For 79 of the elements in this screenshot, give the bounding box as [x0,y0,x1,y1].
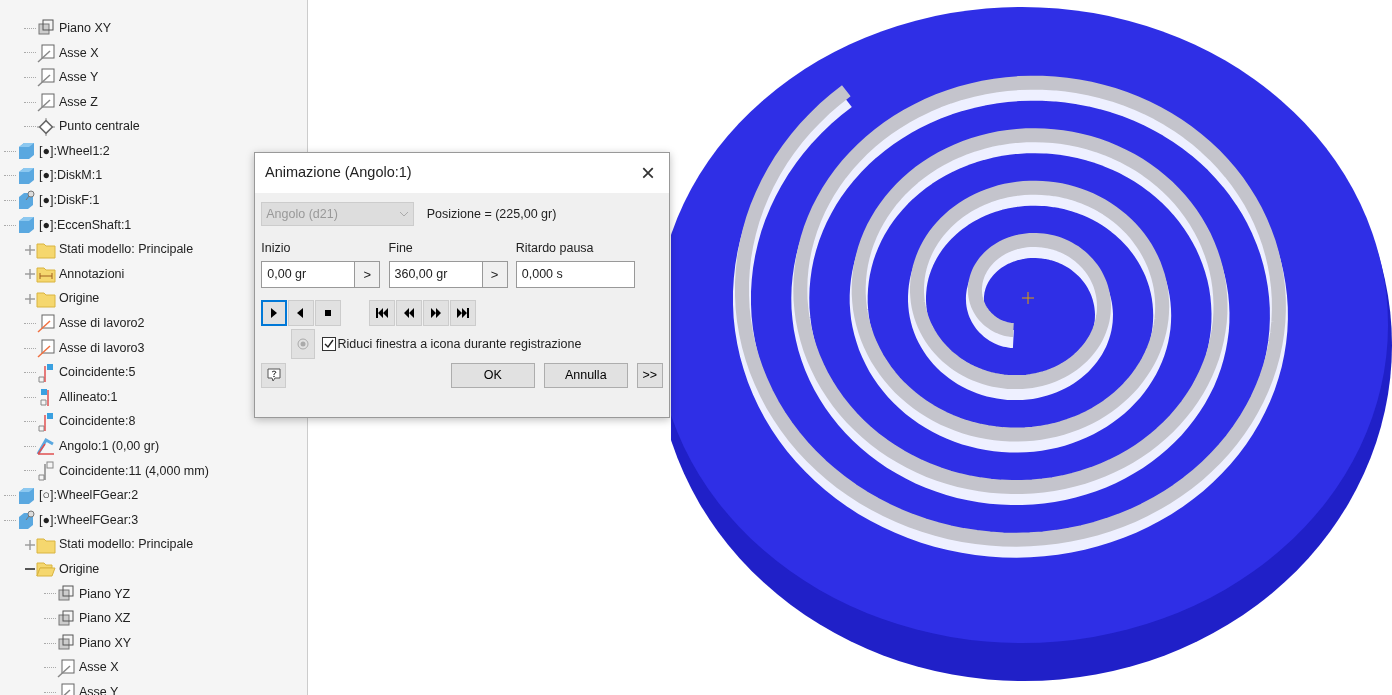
tree-item-label[interactable]: Punto centrale [59,117,140,137]
plane-icon [56,583,76,604]
more-button[interactable]: >> [636,362,663,388]
reverse-button[interactable] [288,300,315,327]
tree-item-label[interactable]: [●]:WheelFGear:3 [39,510,139,530]
help-icon [265,367,282,383]
tree-item-label[interactable]: Angolo:1 (0,00 gr) [59,437,160,456]
cube-icon [16,215,36,236]
pinned-cube-icon [16,190,36,211]
arrow-button[interactable]: > [482,260,508,288]
tree-item-label[interactable]: Coincidente:8 [59,412,136,432]
tree-item-label[interactable]: [●]:EccenShaft:1 [39,215,132,235]
stop-button[interactable] [315,300,342,327]
axis-icon [36,313,56,334]
checkbox[interactable] [321,337,336,352]
axis-icon [36,338,56,358]
tree-item-label[interactable]: [●]:DiskM:1 [39,166,103,186]
field-label: Inizio [261,239,292,257]
tree-item-label[interactable]: Piano YZ [79,584,131,604]
tree-item-label[interactable]: Allineato:1 [59,387,118,407]
tree-item-label[interactable]: Origine [59,560,100,579]
axis-icon [36,67,56,88]
axis-icon [36,42,56,63]
cube-icon [16,165,36,186]
tree-item-label[interactable]: Origine [59,289,100,309]
record-icon [297,338,310,351]
ok-button[interactable]: OK [450,362,535,388]
tree-item-label[interactable]: [○]:WheelFGear:2 [39,486,139,505]
tree-item-label[interactable]: Stati modello: Principale [59,240,194,259]
dialog-title: Animazione (Angolo:1) [265,163,412,183]
constraint-icon [36,362,56,383]
skip-to-end-button[interactable] [450,300,477,327]
tree-item-label[interactable]: Asse X [59,43,99,63]
close-button[interactable]: × [637,161,659,185]
skip-to-end-icon [457,307,470,320]
position-readout: Posizione = (225,00 gr) [426,206,557,223]
cube-icon [16,485,36,506]
constraint-icon [36,411,56,432]
pinned-cube-icon [16,510,36,531]
tree-item-label[interactable]: Annotazioni [59,264,125,284]
arrow-button[interactable]: > [355,260,381,288]
angle-icon [36,436,56,457]
help-button[interactable] [261,362,287,388]
value-field[interactable]: 0,000 s [515,260,635,288]
tree-item-label[interactable]: Asse Y [59,68,99,87]
plane-icon [56,608,76,629]
fast-forward-icon [430,307,443,320]
tree-item-label[interactable]: [●]:Wheel1:2 [39,141,110,161]
tree-item-label[interactable]: Coincidente:11 (4,000 mm) [59,461,209,481]
tree-item-label[interactable]: Piano XZ [79,609,131,628]
tree-item-label[interactable]: Stati modello: Principale [59,535,194,555]
open-folder-icon [36,559,56,580]
tree-item-label[interactable]: Coincidente:5 [59,363,136,382]
value-field[interactable]: 360,00 gr [388,260,483,288]
tree-item-label[interactable]: Piano XY [79,633,132,653]
cube-icon [16,141,36,162]
tree-item-label[interactable]: Asse X [79,658,119,678]
rewind-button[interactable] [396,300,423,327]
fast-forward-button[interactable] [423,300,450,327]
constraint-icon [36,461,56,481]
tree-item-label[interactable]: Asse Z [59,92,98,112]
field-label: Ritardo pausa [515,239,595,257]
axis-icon [36,92,56,113]
tree-item-label[interactable]: Asse di lavoro3 [59,338,145,358]
chevron-icon [399,211,410,218]
value-field[interactable]: 0,00 gr [261,260,356,288]
cancel-button[interactable]: Annulla [543,362,628,388]
skip-to-start-button[interactable] [369,300,396,327]
checkbox-label: Riduci finestra a icona durante registrazione [337,336,582,353]
skip-to-start-icon [376,307,389,320]
tree-item-label[interactable]: [●]:DiskF:1 [39,191,100,210]
annotation-folder-icon [36,264,56,285]
checkmark-icon [322,338,335,351]
axis-icon [56,657,76,678]
rewind-icon [403,307,416,320]
play-button[interactable] [261,300,288,327]
tree-item-label[interactable]: Piano XY [59,18,112,38]
tree-item-label[interactable]: Asse di lavoro2 [59,314,145,333]
field-label: Fine [388,239,414,257]
